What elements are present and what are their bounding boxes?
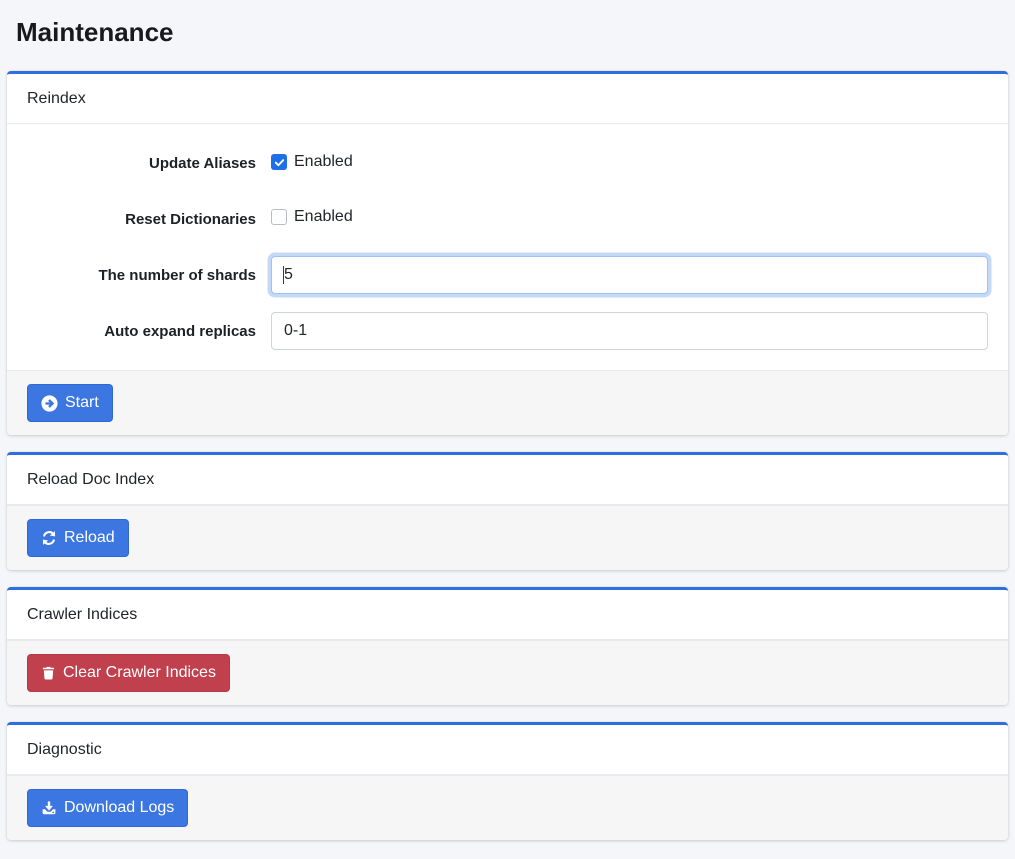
clear-crawler-indices-button-label: Clear Crawler Indices: [63, 663, 216, 683]
update-aliases-check-label[interactable]: Enabled: [294, 153, 353, 171]
reset-dictionaries-value: Enabled: [271, 208, 988, 230]
trash-icon: [41, 665, 56, 681]
arrow-circle-right-icon: [41, 395, 58, 412]
diagnostic-card: Diagnostic Download Logs: [7, 722, 1008, 840]
reload-button[interactable]: Reload: [27, 519, 129, 557]
download-logs-button[interactable]: Download Logs: [27, 789, 188, 827]
start-button[interactable]: Start: [27, 384, 113, 422]
reload-doc-index-card: Reload Doc Index Reload: [7, 452, 1008, 570]
auto-expand-replicas-label: Auto expand replicas: [27, 323, 271, 340]
update-aliases-checkbox[interactable]: [271, 154, 287, 170]
maintenance-page: Maintenance Reindex Update Aliases Enabl…: [0, 0, 1015, 840]
number-of-shards-label: The number of shards: [27, 267, 271, 284]
sync-icon: [41, 530, 57, 546]
reindex-card: Reindex Update Aliases Enabled Reset Dic…: [7, 71, 1008, 435]
page-title: Maintenance: [7, 0, 1008, 71]
reset-dictionaries-check-label[interactable]: Enabled: [294, 208, 353, 226]
auto-expand-replicas-input-wrap: [271, 312, 988, 350]
reindex-card-body: Update Aliases Enabled Reset Dictionarie…: [7, 124, 1008, 370]
crawler-indices-card-header: Crawler Indices: [7, 590, 1008, 640]
reindex-card-footer: Start: [7, 370, 1008, 435]
update-aliases-label: Update Aliases: [27, 155, 271, 172]
diagnostic-card-header: Diagnostic: [7, 725, 1008, 775]
update-aliases-row: Update Aliases Enabled: [27, 144, 988, 182]
check-icon: [274, 157, 285, 168]
reset-dictionaries-row: Reset Dictionaries Enabled: [27, 200, 988, 238]
update-aliases-value: Enabled: [271, 153, 988, 173]
reset-dictionaries-checkbox[interactable]: [271, 209, 287, 225]
auto-expand-replicas-input[interactable]: [271, 312, 988, 350]
reload-doc-index-card-header: Reload Doc Index: [7, 455, 1008, 505]
diagnostic-card-footer: Download Logs: [7, 775, 1008, 840]
number-of-shards-input[interactable]: [271, 256, 988, 294]
clear-crawler-indices-button[interactable]: Clear Crawler Indices: [27, 654, 230, 692]
reset-dictionaries-check-wrap: Enabled: [271, 208, 353, 226]
text-caret: [283, 266, 284, 284]
download-icon: [41, 800, 57, 816]
reload-doc-index-card-footer: Reload: [7, 505, 1008, 570]
update-aliases-check-wrap: Enabled: [271, 153, 353, 171]
download-logs-button-label: Download Logs: [64, 798, 174, 818]
crawler-indices-card: Crawler Indices Clear Crawler Indices: [7, 587, 1008, 705]
number-of-shards-row: The number of shards: [27, 256, 988, 294]
start-button-label: Start: [65, 393, 99, 413]
reindex-card-header: Reindex: [7, 74, 1008, 124]
reset-dictionaries-label: Reset Dictionaries: [27, 211, 271, 228]
number-of-shards-input-wrap: [271, 256, 988, 294]
reload-button-label: Reload: [64, 528, 115, 548]
auto-expand-replicas-row: Auto expand replicas: [27, 312, 988, 350]
crawler-indices-card-footer: Clear Crawler Indices: [7, 640, 1008, 705]
